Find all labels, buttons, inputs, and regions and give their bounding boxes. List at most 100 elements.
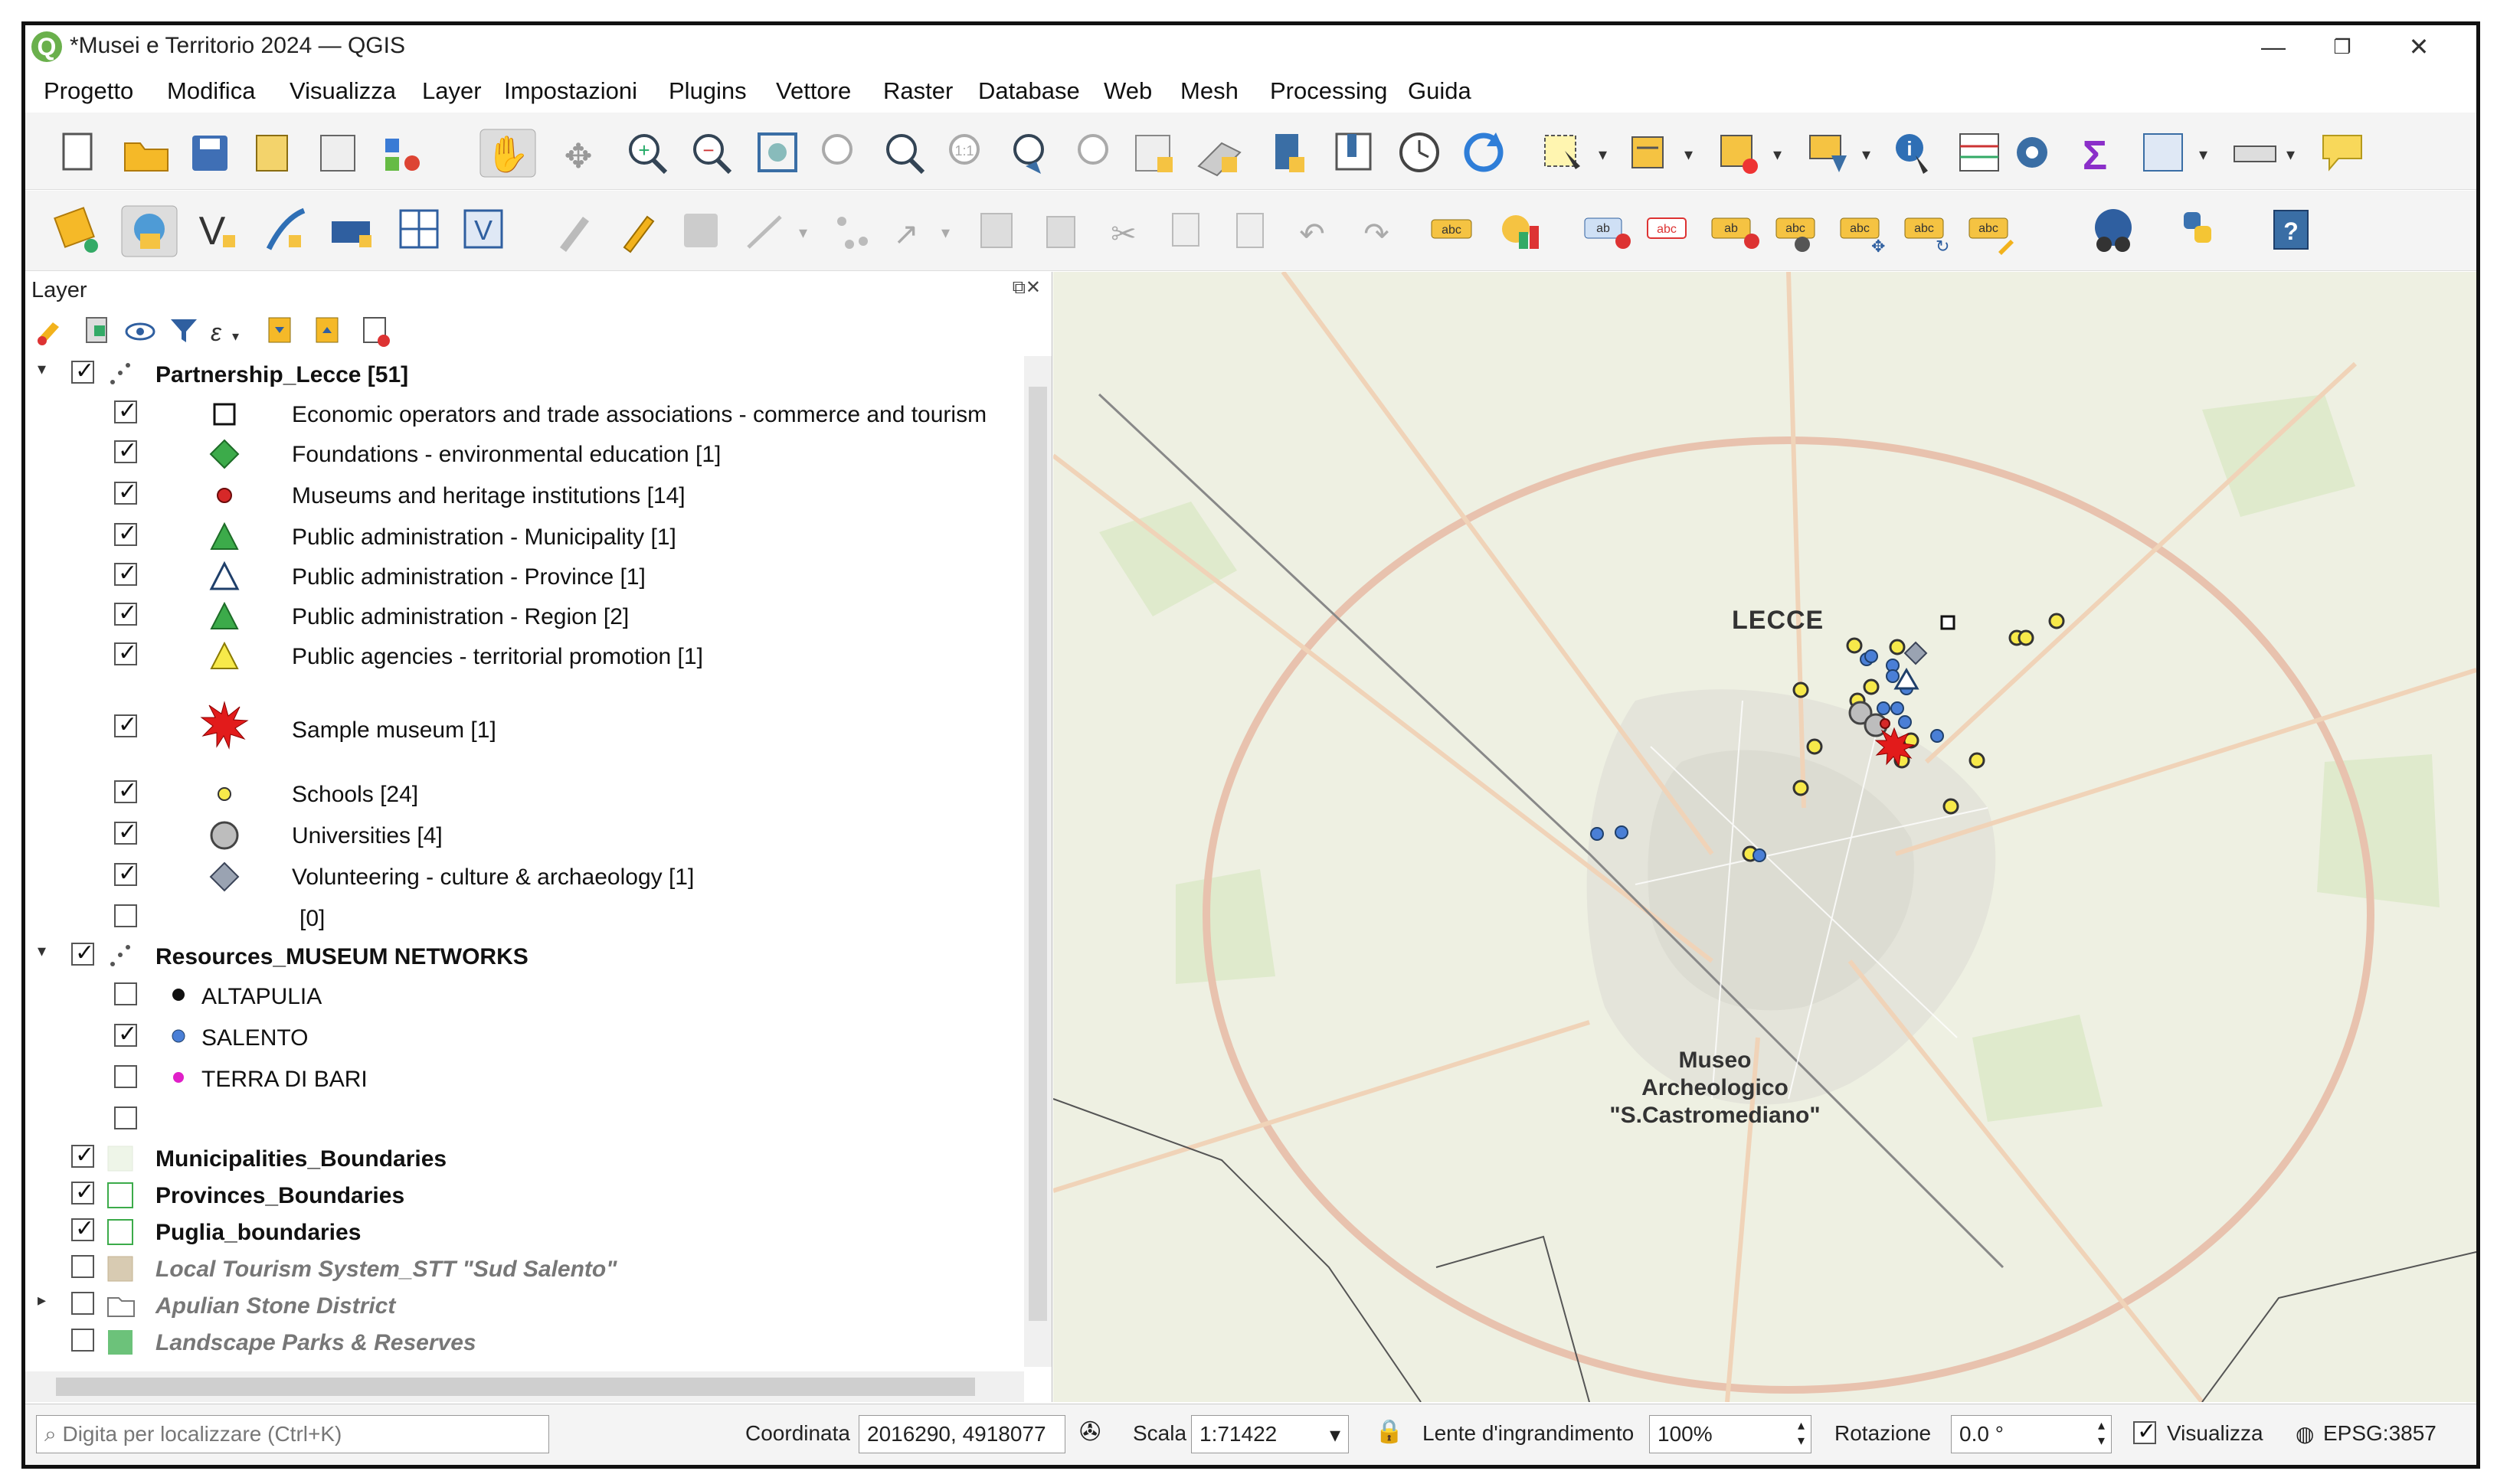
legend-item-province[interactable]: Public administration - Province [1] xyxy=(25,558,1021,595)
new-project-icon[interactable] xyxy=(62,132,93,171)
panel-float-close-icon[interactable]: ⧉✕ xyxy=(1013,276,1041,299)
quickmapservices-globe-icon[interactable] xyxy=(2095,209,2132,252)
legend-checkbox[interactable] xyxy=(114,639,137,666)
select-by-value-icon[interactable]: ▾ xyxy=(1631,136,1693,168)
manage-map-themes-eye-icon[interactable] xyxy=(125,322,155,341)
copy-features-icon[interactable] xyxy=(1172,213,1199,247)
legend-checkbox[interactable] xyxy=(114,860,137,887)
vertex-tool-icon[interactable] xyxy=(837,217,868,249)
python-console-icon[interactable] xyxy=(2184,212,2211,243)
current-edits-icon[interactable] xyxy=(560,217,589,252)
label-toolbar-icon[interactable]: abc xyxy=(1431,219,1472,239)
scale-field[interactable]: 1:71422 ▾ xyxy=(1191,1415,1349,1453)
map-canvas[interactable]: LECCE Museo Archeologico "S.Castromedian… xyxy=(1053,272,2476,1402)
legend-checkbox[interactable] xyxy=(114,819,137,845)
change-label-icon[interactable]: abc xyxy=(1968,217,2014,255)
help-icon[interactable]: ? xyxy=(2273,210,2309,250)
zoom-native-icon[interactable]: 1:1 xyxy=(949,134,980,165)
legend-item-volunteering[interactable]: Volunteering - culture & archaeology [1] xyxy=(25,858,1021,895)
locator-search-field[interactable]: ⌕ Digita per localizzare (Ctrl+K) xyxy=(36,1415,549,1453)
toggle-label-display-icon[interactable]: abc xyxy=(1647,217,1687,239)
map-render[interactable] xyxy=(1053,272,2476,1402)
minimize-button[interactable]: — xyxy=(2247,28,2300,65)
render-checkbox[interactable] xyxy=(2133,1418,2156,1445)
zoom-last-icon[interactable] xyxy=(1013,134,1044,174)
layer-checkbox[interactable] xyxy=(71,358,94,384)
legend-item-empty-class[interactable] xyxy=(25,1102,1021,1139)
open-layer-styling-icon[interactable] xyxy=(38,322,59,345)
menu-web[interactable]: Web xyxy=(1104,77,1152,105)
layout-manager-icon[interactable] xyxy=(320,135,355,172)
legend-item-terra-di-bari[interactable]: TERRA DI BARI xyxy=(25,1061,1021,1097)
economic-operator-square-marker[interactable] xyxy=(1940,615,1955,630)
zoom-to-selection-icon[interactable] xyxy=(822,134,853,165)
layer-checkbox[interactable] xyxy=(71,940,94,966)
delete-selected-icon[interactable] xyxy=(1046,216,1075,248)
legend-checkbox[interactable] xyxy=(114,1106,137,1129)
expand-arrow-icon[interactable]: ▸ xyxy=(38,1290,46,1310)
new-mesh-layer-icon[interactable]: V xyxy=(463,209,503,249)
menu-processing[interactable]: Processing xyxy=(1270,77,1387,105)
select-features-icon[interactable]: ▾ xyxy=(1544,135,1607,169)
layer-group-resources-museum-networks[interactable]: ▾ Resources_MUSEUM NETWORKS xyxy=(25,938,1021,975)
new-3d-map-view-icon[interactable] xyxy=(1197,142,1242,177)
save-edits-icon[interactable] xyxy=(684,214,718,247)
attribute-table-icon[interactable] xyxy=(1959,133,1999,172)
layer-group-partnership-lecce[interactable]: ▾ Partnership_Lecce [51] xyxy=(25,356,1021,393)
diagram-toolbar-icon[interactable] xyxy=(1502,215,1539,249)
legend-checkbox[interactable] xyxy=(114,982,137,1005)
add-group-icon[interactable] xyxy=(86,317,107,343)
legend-item-museums[interactable]: Museums and heritage institutions [14] xyxy=(25,477,1021,514)
cut-features-icon[interactable]: ✂ xyxy=(1111,217,1137,251)
new-bookmark-icon[interactable] xyxy=(1275,134,1304,172)
layer-checkbox[interactable] xyxy=(71,1255,94,1278)
legend-checkbox[interactable] xyxy=(114,1065,137,1088)
data-source-manager-icon[interactable] xyxy=(54,207,98,253)
menu-layer[interactable]: Layer xyxy=(422,77,482,105)
save-project-icon[interactable] xyxy=(192,136,227,171)
show-hide-labels-icon[interactable]: abc xyxy=(1775,217,1815,252)
pan-to-selection-icon[interactable]: ✥ xyxy=(565,138,593,175)
identify-features-icon[interactable]: i xyxy=(1896,134,1928,174)
zoom-full-icon[interactable] xyxy=(758,132,797,172)
magnifier-field[interactable]: 100% ▴ ▾ xyxy=(1649,1415,1811,1453)
new-vector-layer-icon[interactable]: V xyxy=(199,209,235,253)
paste-features-icon[interactable] xyxy=(1236,213,1264,248)
layer-checkbox[interactable] xyxy=(71,1215,94,1242)
menu-impostazioni[interactable]: Impostazioni xyxy=(504,77,637,105)
crs-globe-icon[interactable]: ◍ xyxy=(2296,1421,2314,1446)
menu-vettore[interactable]: Vettore xyxy=(776,77,851,105)
digitize-line-icon[interactable]: ▾ xyxy=(747,215,807,249)
museum-marker[interactable] xyxy=(1880,718,1890,729)
layer-group-apulian-stone-district[interactable]: ▸ Apulian Stone District xyxy=(25,1287,1021,1324)
restore-button[interactable]: ❐ xyxy=(2315,28,2369,65)
legend-item-municipality[interactable]: Public administration - Municipality [1] xyxy=(25,518,1021,555)
coordinate-field[interactable]: 2016290, 4918077 xyxy=(859,1415,1065,1453)
new-print-layout-icon[interactable] xyxy=(256,135,288,172)
collapse-arrow-icon[interactable]: ▾ xyxy=(38,941,46,961)
menu-modifica[interactable]: Modifica xyxy=(167,77,255,105)
menu-guida[interactable]: Guida xyxy=(1408,77,1471,105)
move-label-icon[interactable]: abc✥ xyxy=(1840,217,1885,256)
add-layer-active-icon[interactable] xyxy=(121,205,178,257)
layer-checkbox[interactable] xyxy=(71,1178,94,1205)
layer-checkbox[interactable] xyxy=(71,1329,94,1352)
layer-municipalities-boundaries[interactable]: Municipalities_Boundaries xyxy=(25,1140,1021,1177)
menu-visualizza[interactable]: Visualizza xyxy=(290,77,396,105)
legend-checkbox[interactable] xyxy=(114,479,137,505)
redo-icon[interactable]: ↷ xyxy=(1363,217,1389,251)
toolbox-gear-icon[interactable] xyxy=(2017,137,2047,168)
menu-mesh[interactable]: Mesh xyxy=(1180,77,1239,105)
remove-layer-icon[interactable] xyxy=(363,317,390,347)
legend-checkbox[interactable] xyxy=(114,600,137,626)
rotate-label-icon[interactable]: abc↻ xyxy=(1904,217,1949,256)
layer-local-tourism-system[interactable]: Local Tourism System_STT "Sud Salento" xyxy=(25,1250,1021,1287)
zoom-to-layer-icon[interactable] xyxy=(886,134,925,175)
legend-checkbox[interactable] xyxy=(114,711,137,738)
layer-provinces-boundaries[interactable]: Provinces_Boundaries xyxy=(25,1177,1021,1214)
open-project-icon[interactable] xyxy=(124,142,169,172)
legend-item-public-agencies[interactable]: Public agencies - territorial promotion … xyxy=(25,638,1021,675)
legend-item-altapulia[interactable]: ALTAPULIA xyxy=(25,978,1021,1015)
pin-labels-icon[interactable]: ab xyxy=(1711,217,1759,249)
legend-checkbox[interactable] xyxy=(114,560,137,587)
